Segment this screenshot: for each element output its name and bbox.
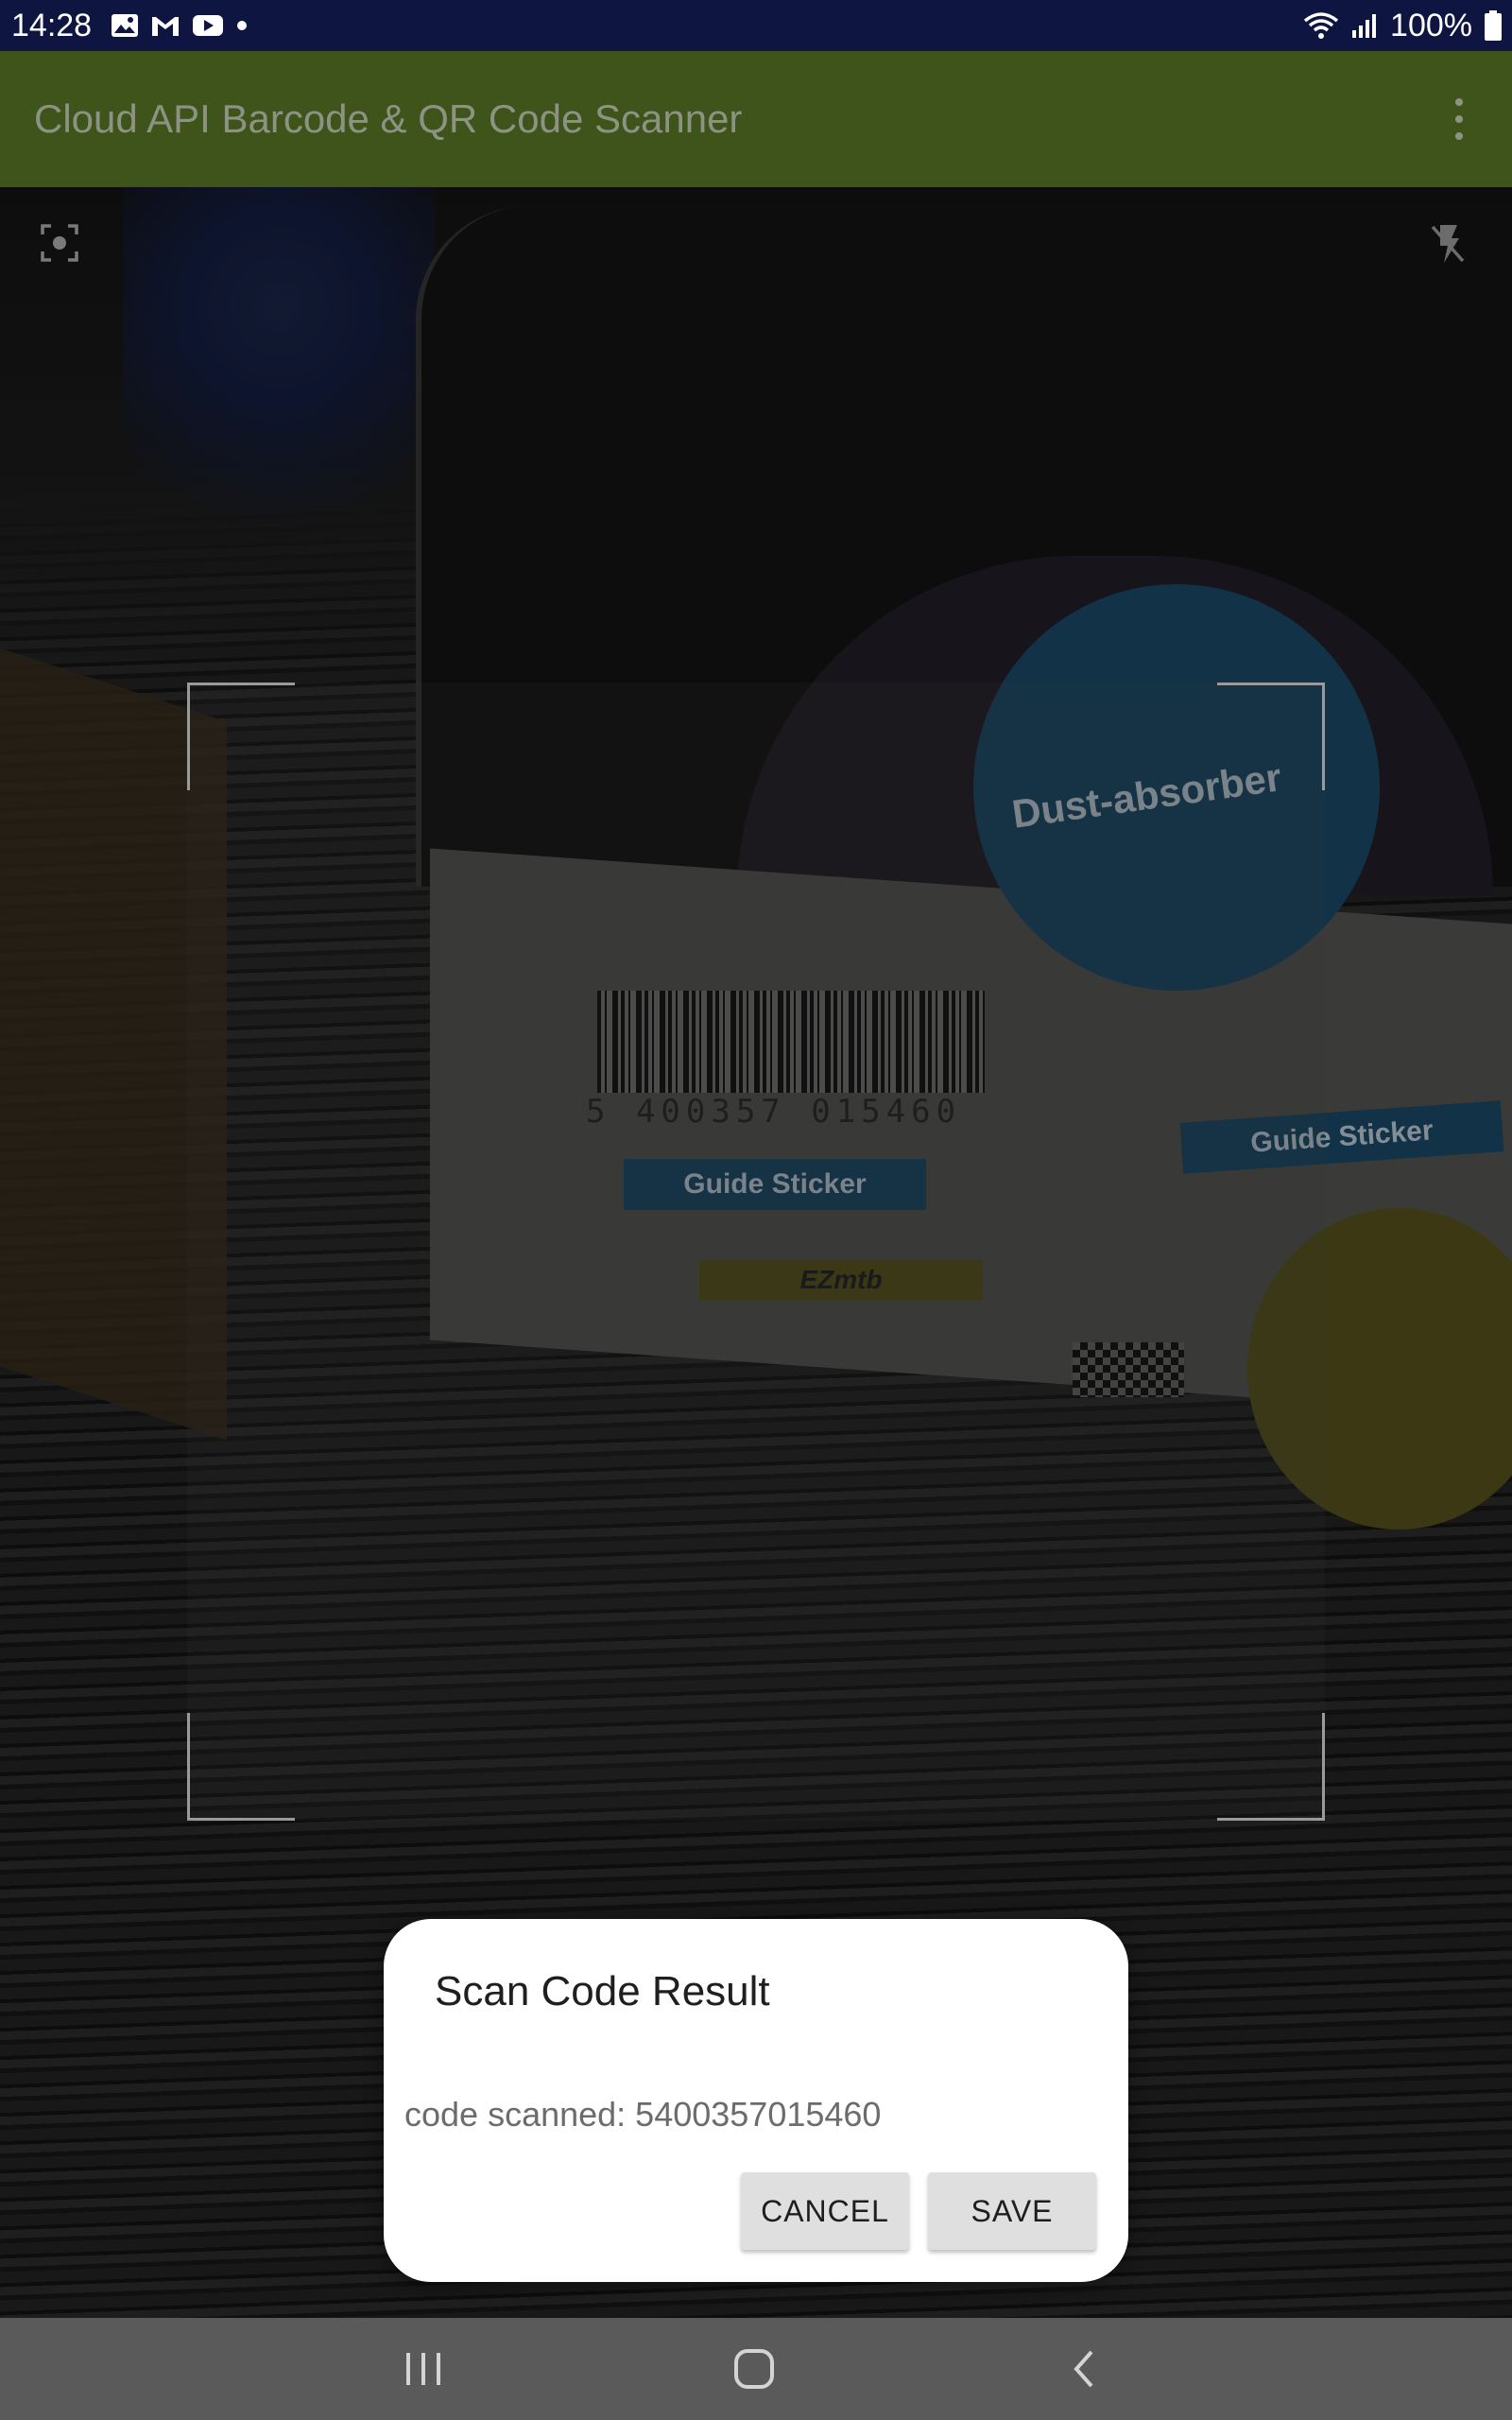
scan-result-dialog: Scan Code Result code scanned: 540035701… bbox=[384, 1919, 1128, 2282]
scan-frame bbox=[187, 683, 1325, 1821]
dialog-title: Scan Code Result bbox=[435, 1968, 770, 2014]
youtube-icon bbox=[192, 13, 224, 38]
scan-frame-corner-top-right bbox=[1217, 683, 1325, 790]
back-icon[interactable] bbox=[1058, 2342, 1111, 2395]
image-icon bbox=[111, 13, 139, 38]
wifi-icon bbox=[1303, 10, 1339, 41]
scanner-screen: 14:28 100% Cloud API Barcode & QR Code S… bbox=[0, 0, 1512, 2420]
battery-icon bbox=[1484, 9, 1503, 42]
scan-frame-corner-bottom-right bbox=[1217, 1713, 1325, 1821]
scan-area bbox=[187, 683, 1325, 1821]
app-bar: Cloud API Barcode & QR Code Scanner bbox=[0, 51, 1512, 187]
app-title: Cloud API Barcode & QR Code Scanner bbox=[34, 96, 743, 141]
home-icon[interactable] bbox=[728, 2342, 781, 2395]
status-time: 14:28 bbox=[11, 7, 93, 43]
recents-icon[interactable] bbox=[397, 2342, 450, 2395]
navigation-bar bbox=[0, 2318, 1512, 2420]
overflow-menu-icon[interactable] bbox=[1431, 81, 1487, 157]
save-button[interactable]: SAVE bbox=[928, 2172, 1096, 2250]
dialog-message: code scanned: 5400357015460 bbox=[404, 2095, 882, 2134]
scan-frame-corner-bottom-left bbox=[187, 1713, 295, 1821]
gmail-icon bbox=[150, 13, 180, 38]
flash-off-icon[interactable] bbox=[1427, 221, 1469, 271]
status-bar: 14:28 100% bbox=[0, 0, 1512, 51]
cancel-button[interactable]: CANCEL bbox=[741, 2172, 909, 2250]
status-bar-right: 100% bbox=[1303, 8, 1503, 44]
scan-frame-corner-top-left bbox=[187, 683, 295, 790]
focus-icon[interactable] bbox=[40, 223, 79, 268]
dot-icon bbox=[235, 19, 249, 32]
status-bar-left: 14:28 bbox=[11, 8, 249, 44]
battery-percent: 100% bbox=[1390, 7, 1472, 43]
signal-icon bbox=[1350, 11, 1379, 40]
